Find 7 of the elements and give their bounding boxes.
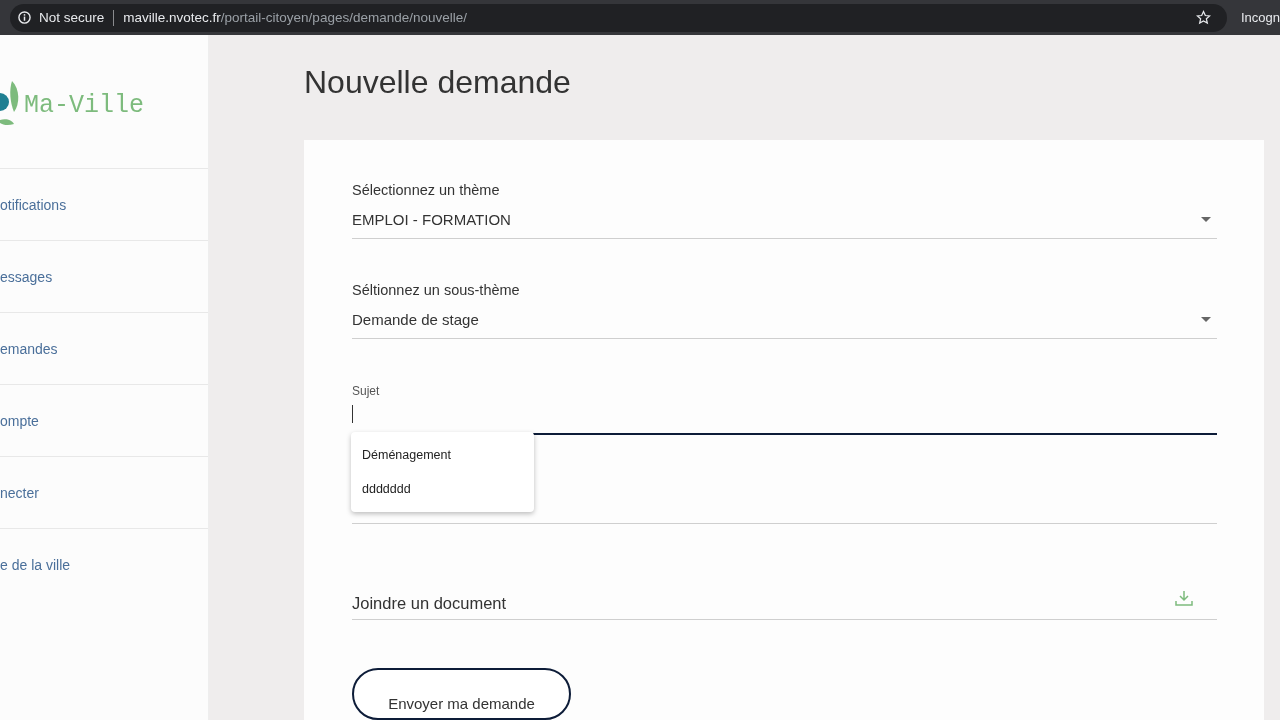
page-title: Nouvelle demande — [304, 64, 572, 102]
url-text: maville.nvotec.fr/portail-citoyen/pages/demande/nouvelle/ — [123, 10, 467, 25]
field-label: Sujet — [352, 383, 381, 399]
security-label: Not secure — [39, 10, 105, 25]
field-label: Sélectionnez un thème — [352, 181, 501, 200]
logo-text: Ma-Ville — [24, 91, 145, 120]
field-label: Séltionnez un sous-thème — [352, 281, 521, 300]
